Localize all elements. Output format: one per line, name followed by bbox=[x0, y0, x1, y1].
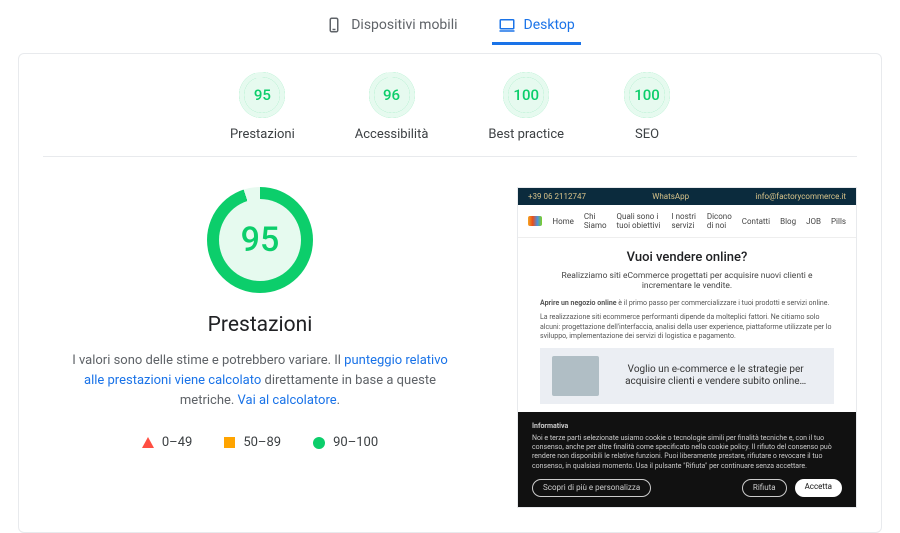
square-icon bbox=[224, 437, 235, 448]
performance-description: I valori sono delle stime e potrebbero v… bbox=[70, 351, 450, 411]
metric-label: Best practice bbox=[488, 127, 564, 142]
performance-title: Prestazioni bbox=[208, 313, 313, 337]
tab-desktop[interactable]: Desktop bbox=[492, 8, 581, 45]
preview-cookie-accept: Accetta bbox=[795, 479, 842, 497]
legend-average: 50–89 bbox=[224, 435, 281, 450]
site-screenshot: +39 06 2112747 WhatsApp info@factorycomm… bbox=[517, 187, 857, 508]
preview-nav-item: Quali sono i tuoi obiettivi bbox=[617, 212, 662, 230]
tab-mobile-label: Dispositivi mobili bbox=[351, 17, 457, 33]
preview-nav-item: Contatti bbox=[742, 217, 770, 226]
gauge: 100 bbox=[624, 72, 670, 118]
preview-nav-item: Home bbox=[552, 217, 574, 226]
metric-accessibilità[interactable]: 96 Accessibilità bbox=[355, 72, 429, 142]
metric-label: SEO bbox=[635, 127, 659, 142]
preview-nav-item: JOB bbox=[806, 217, 821, 226]
gauge-score: 96 bbox=[374, 77, 410, 113]
preview-callout: Voglio un e-commerce e le strategie per … bbox=[540, 348, 834, 404]
preview-line1: Aprire un negozio online è il primo pass… bbox=[540, 299, 834, 309]
preview-nav-item: Chi Siamo bbox=[584, 212, 607, 230]
metrics-row: 95 Prestazioni 96 Accessibilità 100 Best prac… bbox=[43, 72, 857, 157]
preview-nav: Home Chi Siamo Quali sono i tuoi obiettivi… bbox=[518, 205, 856, 238]
metric-label: Prestazioni bbox=[230, 127, 295, 142]
preview-nav-item: I nostri servizi bbox=[671, 212, 696, 230]
preview-nav-item: Dicono di noi bbox=[707, 212, 732, 230]
circle-icon bbox=[313, 437, 325, 449]
metric-label: Accessibilità bbox=[355, 127, 429, 142]
gauge-score: 100 bbox=[508, 77, 544, 113]
metric-best-practice[interactable]: 100 Best practice bbox=[488, 72, 564, 142]
preview-callout-image bbox=[552, 356, 599, 396]
preview-body: Vuoi vendere online? Realizziamo siti eC… bbox=[518, 238, 856, 412]
details-section: 95 Prestazioni I valori sono delle stime… bbox=[43, 157, 857, 508]
gauge: 100 bbox=[503, 72, 549, 118]
metric-prestazioni[interactable]: 95 Prestazioni bbox=[230, 72, 295, 142]
preview-hero-sub: Realizziamo siti eCommerce progettati pe… bbox=[540, 271, 834, 291]
preview-nav-item: Blog bbox=[780, 217, 796, 226]
tab-mobile[interactable]: Dispositivi mobili bbox=[319, 8, 463, 45]
gauge: 95 bbox=[239, 72, 285, 118]
report-container: 95 Prestazioni 96 Accessibilità 100 Best prac… bbox=[18, 53, 882, 533]
preview-nav-item: Pills bbox=[831, 217, 846, 226]
legend-fail: 0–49 bbox=[142, 435, 192, 450]
legend-pass: 90–100 bbox=[313, 435, 378, 450]
performance-summary: 95 Prestazioni I valori sono delle stime… bbox=[43, 187, 477, 508]
desktop-icon bbox=[498, 16, 516, 34]
score-legend: 0–49 50–89 90–100 bbox=[142, 435, 378, 450]
preview-cookie-banner: Informativa Noi e terze parti selezionat… bbox=[518, 412, 856, 507]
gauge-score: 100 bbox=[629, 77, 665, 113]
preview-hero-title: Vuoi vendere online? bbox=[540, 250, 834, 265]
preview-logo bbox=[528, 216, 542, 226]
preview-cookie-reject: Rifiuta bbox=[742, 479, 787, 497]
gauge-score: 95 bbox=[244, 77, 280, 113]
triangle-icon bbox=[142, 437, 154, 448]
calculator-link[interactable]: Vai al calcolatore bbox=[238, 393, 337, 408]
preview-callout-text: Voglio un e-commerce e le strategie per … bbox=[609, 364, 822, 388]
preview-line2: La realizzazione siti ecommerce performa… bbox=[540, 313, 834, 342]
gauge: 96 bbox=[369, 72, 415, 118]
metric-seo[interactable]: 100 SEO bbox=[624, 72, 670, 142]
preview-topbar: +39 06 2112747 WhatsApp info@factorycomm… bbox=[518, 188, 856, 205]
device-tabs: Dispositivi mobili Desktop bbox=[0, 0, 900, 45]
preview-cookie-learn: Scopri di più e personalizza bbox=[532, 479, 651, 497]
mobile-icon bbox=[325, 16, 343, 34]
performance-gauge: 95 bbox=[207, 187, 313, 293]
tab-desktop-label: Desktop bbox=[524, 17, 575, 33]
